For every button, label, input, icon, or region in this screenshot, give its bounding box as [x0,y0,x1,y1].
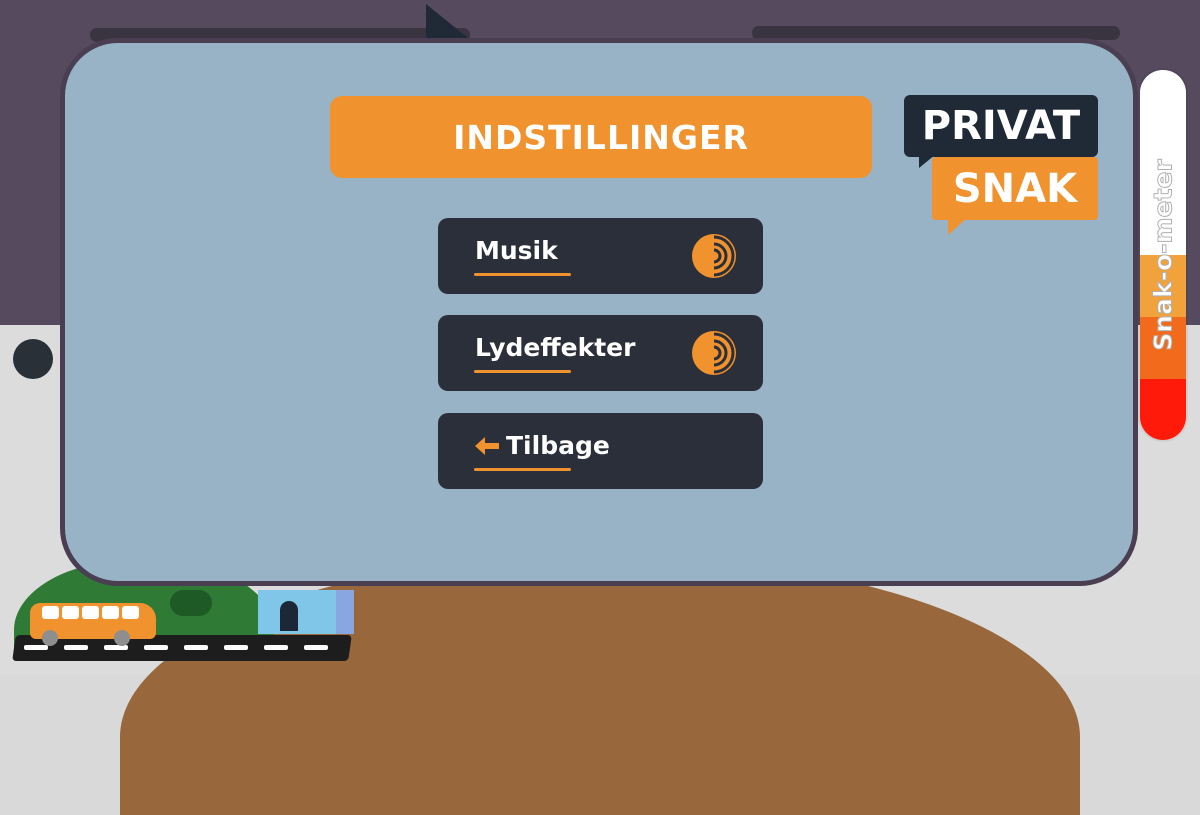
logo-line2: SNAK [952,165,1078,212]
road-line [224,645,248,650]
road-line [104,645,128,650]
road-line [264,645,288,650]
bus-wheel [114,630,130,646]
label-underline [474,370,571,373]
road-line [304,645,328,650]
label-underline [474,468,571,471]
background-triangle [426,4,468,38]
music-button[interactable]: Musik [438,218,763,294]
road-line [144,645,168,650]
meter-label: Snak-o-meter [1148,159,1178,351]
music-label: Musik [475,236,558,265]
sound-on-icon [692,234,736,278]
logo-privat: PRIVAT [904,95,1098,157]
label-underline [474,273,571,276]
logo-snak: SNAK [932,157,1098,220]
background-door [280,601,298,631]
logo-speech-tail [948,215,970,235]
background-dot [13,339,53,379]
background-house-side [336,590,354,634]
bus-wheel [42,630,58,646]
back-button[interactable]: Tilbage [438,413,763,489]
page-title: INDSTILLINGER [453,117,749,157]
background-bush [170,590,212,616]
bus-window [42,606,59,619]
logo-line1: PRIVAT [921,103,1081,149]
bus-window [102,606,119,619]
road-line [64,645,88,650]
sound-on-icon [692,331,736,375]
back-arrow-icon [475,437,499,455]
sound-effects-label: Lydeffekter [475,333,636,362]
bus-window [82,606,99,619]
road-line [24,645,48,650]
meter-label-wrap: Snak-o-meter [1140,70,1186,440]
road-line [184,645,208,650]
bus-window [122,606,139,619]
bus-window [62,606,79,619]
title-bar: INDSTILLINGER [330,96,872,178]
sound-effects-button[interactable]: Lydeffekter [438,315,763,391]
back-label: Tilbage [506,431,610,460]
